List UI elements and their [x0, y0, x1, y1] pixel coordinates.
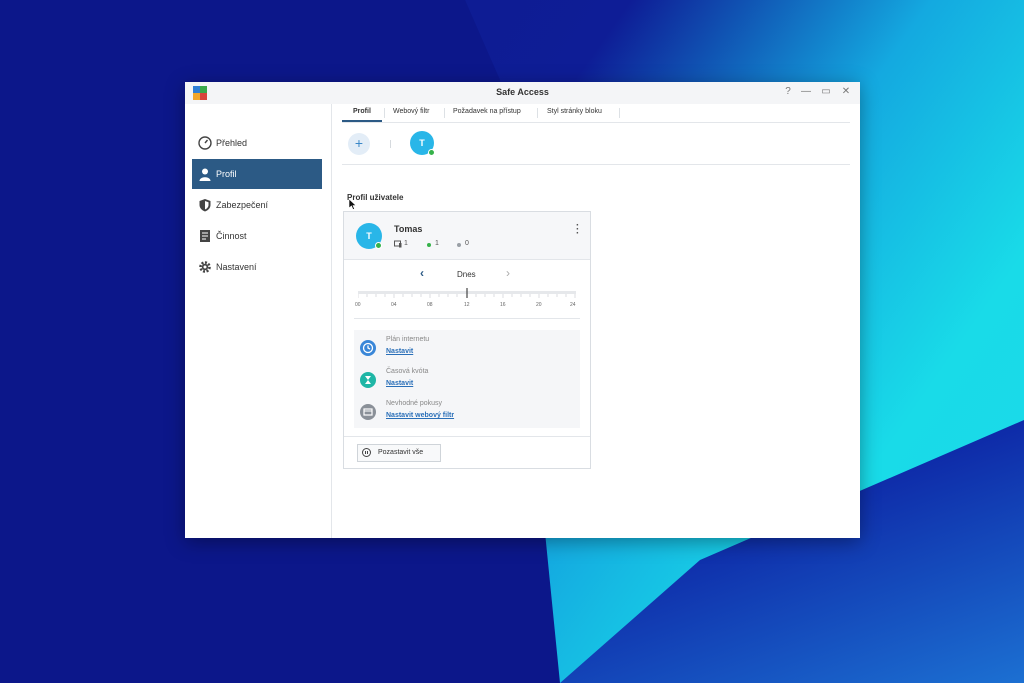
rule-inappropriate-attempts: Nevhodné pokusy Nastavit webový filtr — [360, 398, 570, 428]
maximize-icon[interactable]: ▭ — [819, 86, 833, 97]
profile-avatar-bar: + T — [342, 124, 850, 165]
add-profile-button[interactable]: + — [348, 133, 370, 155]
sidebar-item-label: Profil — [216, 169, 237, 179]
minimize-icon[interactable]: — — [799, 86, 813, 97]
rules-panel: Plán internetu Nastavit Časová kvóta Nas… — [354, 330, 580, 428]
previous-day-icon[interactable]: ‹ — [420, 266, 424, 280]
set-time-quota-link[interactable]: Nastavit — [386, 380, 413, 387]
tab-pozadavek-na-pristup[interactable]: Požadavek na přístup — [453, 108, 521, 115]
user-icon — [199, 168, 211, 181]
next-day-icon: › — [506, 266, 510, 280]
clock-icon — [360, 340, 376, 356]
offline-count: 0 — [465, 240, 469, 247]
sidebar-item-zabezpeceni[interactable]: Zabezpečení — [192, 190, 322, 220]
online-dot-icon — [427, 243, 431, 247]
timeline-tick-label: 20 — [536, 302, 542, 308]
sidebar-item-label: Přehled — [216, 138, 248, 148]
set-internet-schedule-link[interactable]: Nastavit — [386, 348, 413, 355]
gear-icon — [199, 261, 211, 273]
timeline-track — [358, 288, 576, 298]
card-divider — [354, 318, 580, 319]
tab-separator — [537, 108, 538, 118]
pause-all-button[interactable]: Pozastavit vše — [357, 444, 441, 462]
sidebar-item-label: Zabezpečení — [216, 200, 269, 210]
timeline-tick-label: 12 — [464, 302, 470, 308]
rule-internet-schedule: Plán internetu Nastavit — [360, 334, 570, 364]
timeline-tick-label: 16 — [500, 302, 506, 308]
tab-bar: Profil Webový filtr Požadavek na přístup… — [342, 104, 850, 123]
shield-icon — [199, 199, 211, 212]
activity-timeline: 00 04 08 12 16 20 24 — [355, 288, 576, 318]
profile-name: Tomas — [394, 224, 423, 234]
main-content: Profil Webový filtr Požadavek na přístup… — [332, 104, 860, 538]
sidebar-item-label: Činnost — [216, 231, 247, 241]
devices-count: 1 — [404, 240, 408, 247]
tab-separator — [444, 108, 445, 118]
pause-all-label: Pozastavit vše — [378, 449, 424, 456]
card-footer-divider — [344, 436, 590, 437]
timeline-tick-label: 24 — [570, 302, 576, 308]
timeline-tick-label: 04 — [391, 302, 397, 308]
online-status-dot — [428, 149, 435, 156]
hourglass-icon — [360, 372, 376, 388]
window-title: Safe Access — [496, 87, 549, 97]
sidebar: Přehled Profil Zabezpečení Činnost Nasta… — [185, 104, 332, 538]
activity-log-icon — [200, 230, 210, 242]
mouse-cursor-icon — [349, 199, 357, 210]
sidebar-item-label: Nastavení — [216, 262, 257, 272]
blocked-page-icon — [360, 404, 376, 420]
rule-label: Plán internetu — [386, 336, 430, 343]
online-status-dot — [375, 242, 382, 249]
help-icon[interactable]: ? — [781, 86, 795, 97]
profile-card: T Tomas 1 1 0 · · · ‹ Dnes › 00 04 08 12… — [343, 211, 591, 469]
tab-separator — [619, 108, 620, 118]
rule-label: Časová kvóta — [386, 368, 429, 375]
avatar-bar-separator — [390, 140, 391, 148]
title-bar: Safe Access ? — ▭ ✕ — [185, 82, 860, 104]
sidebar-item-profil[interactable]: Profil — [192, 159, 322, 189]
sidebar-item-nastaveni[interactable]: Nastavení — [192, 252, 322, 282]
close-icon[interactable]: ✕ — [839, 86, 853, 97]
timeline-tick-label: 00 — [355, 302, 361, 308]
sidebar-item-cinnost[interactable]: Činnost — [192, 221, 322, 251]
devices-icon — [394, 240, 402, 248]
tab-webovy-filtr[interactable]: Webový filtr — [393, 108, 429, 115]
tab-styl-stranky-bloku[interactable]: Styl stránky bloku — [547, 108, 602, 115]
set-web-filter-link[interactable]: Nastavit webový filtr — [386, 412, 454, 419]
timeline-tick-label: 08 — [427, 302, 433, 308]
active-tab-indicator — [342, 120, 382, 122]
tab-separator — [384, 108, 385, 118]
day-label: Dnes — [457, 270, 476, 279]
rule-label: Nevhodné pokusy — [386, 400, 443, 407]
online-count: 1 — [435, 240, 439, 247]
profile-card-header: T Tomas 1 1 0 · · · — [344, 212, 590, 260]
pause-icon — [362, 448, 371, 457]
sidebar-item-prehled[interactable]: Přehled — [192, 128, 322, 158]
offline-dot-icon — [457, 243, 461, 247]
dashboard-icon — [198, 136, 212, 150]
more-options-icon[interactable]: · · · — [576, 221, 580, 239]
rule-time-quota: Časová kvóta Nastavit — [360, 366, 570, 396]
safe-access-window: Safe Access ? — ▭ ✕ Přehled Profil Zabez… — [185, 82, 860, 538]
tab-profil[interactable]: Profil — [353, 108, 371, 115]
